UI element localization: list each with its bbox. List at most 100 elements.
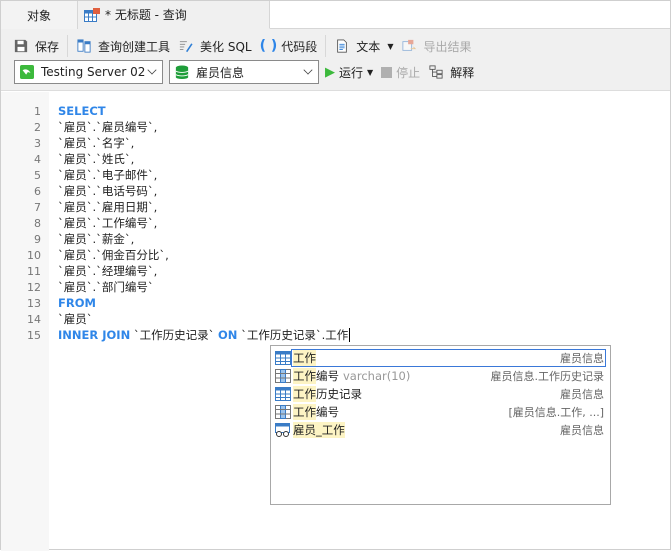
save-button[interactable]: 保存 (13, 38, 59, 55)
export-label: 导出结果 (423, 39, 472, 54)
export-results-button[interactable]: 导出结果 (401, 38, 471, 55)
code-text: `雇员`.`雇员编号`, (58, 119, 157, 135)
query-builder-label: 查询创建工具 (98, 39, 171, 54)
code-content: `工作历史记录`.工作 (237, 328, 349, 342)
item-name-rest: 编号 (316, 369, 339, 383)
explain-label: 解释 (450, 65, 475, 80)
play-icon: ▶ (325, 64, 335, 80)
code-line[interactable]: 5 `雇员`.`电子邮件`, (1, 167, 670, 183)
toolbar: 保存 查询创建工具 美化 SQL ( ) 代码段 文本 ▼ 导出结果 Testing… (1, 29, 670, 91)
autocomplete-item[interactable]: 工作 编号 [雇员信息.工作, ...] (271, 403, 610, 421)
sql-editor[interactable]: 1 SELECT 2 `雇员`.`雇员编号`, 3 `雇员`.`名字`, 4 `雇员`.`姓氏… (1, 103, 670, 343)
column-icon (275, 369, 293, 383)
database-icon (175, 65, 189, 79)
code-text: `雇员`.`佣金百分比`, (58, 247, 169, 263)
code-line[interactable]: 12 `雇员`.`部门编号` (1, 279, 670, 295)
code-content: `雇员`.`名字`, (58, 136, 135, 150)
line-number: 7 (34, 200, 41, 214)
code-line[interactable]: 6 `雇员`.`电话号码`, (1, 183, 670, 199)
line-number: 3 (34, 136, 41, 150)
table-icon (275, 387, 293, 401)
server-select[interactable]: Testing Server 02 (14, 60, 163, 84)
item-name-rest: 编号 (316, 405, 339, 419)
tab-query[interactable]: * 无标题 - 查询 (78, 1, 270, 29)
item-context: [雇员信息.工作, ...] (508, 406, 604, 419)
code-text: `雇员`.`电子邮件`, (58, 167, 157, 183)
code-line[interactable]: 3 `雇员`.`名字`, (1, 135, 670, 151)
line-number: 13 (27, 296, 41, 310)
snippet-button[interactable]: ( ) 代码段 (260, 38, 318, 55)
code-content: `工作历史记录` (130, 328, 219, 342)
match-text: 工作 (293, 386, 316, 402)
code-text: `雇员`.`薪金`, (58, 231, 134, 247)
query-window: 对象 * 无标题 - 查询 保存 查询创建工具 美化 SQL ( ) 代码段 文本… (0, 0, 671, 551)
tab-label: 对象 (26, 8, 51, 23)
code-line[interactable]: 9 `雇员`.`薪金`, (1, 231, 670, 247)
stop-button[interactable]: 停止 (381, 64, 420, 81)
line-number: 6 (34, 184, 41, 198)
code-line[interactable]: 2 `雇员`.`雇员编号`, (1, 119, 670, 135)
save-icon (14, 39, 28, 53)
code-line[interactable]: 1 SELECT (1, 103, 670, 119)
database-select[interactable]: 雇员信息 (169, 60, 319, 84)
code-line[interactable]: 10 `雇员`.`佣金百分比`, (1, 247, 670, 263)
snippet-label: 代码段 (281, 39, 318, 54)
run-label: 运行 (339, 65, 364, 80)
explain-button[interactable]: 解释 (428, 64, 474, 81)
code-content: `雇员` (58, 312, 93, 326)
tab-bar: 对象 * 无标题 - 查询 (1, 1, 670, 29)
code-line[interactable]: 4 `雇员`.`姓氏`, (1, 151, 670, 167)
line-number: 12 (27, 280, 41, 294)
code-content: `雇员`.`雇用日期`, (58, 200, 158, 214)
tab-objects[interactable]: 对象 (1, 1, 78, 29)
code-line[interactable]: 15 INNER JOIN `工作历史记录` ON `工作历史记录`.工作 (1, 327, 670, 343)
chevron-down-icon (147, 65, 157, 75)
autocomplete-item[interactable]: 工作 历史记录 雇员信息 (271, 385, 610, 403)
server-name: Testing Server 02 (41, 65, 146, 79)
item-context: 雇员信息 (560, 388, 604, 401)
code-line[interactable]: 7 `雇员`.`雇用日期`, (1, 199, 670, 215)
caret-down-icon: ▼ (367, 67, 374, 77)
column-type: varchar(10) (343, 369, 411, 383)
text-dropdown-button[interactable]: 文本 ▼ (334, 38, 393, 55)
beautify-sql-button[interactable]: 美化 SQL (178, 38, 252, 55)
parentheses-icon: ( ) (259, 38, 278, 54)
code-line[interactable]: 13 FROM (1, 295, 670, 311)
sql-keyword: ON (218, 328, 238, 342)
mysql-server-icon (20, 65, 34, 79)
item-context: 雇员信息 (560, 424, 604, 437)
code-line[interactable]: 11 `雇员`.`经理编号`, (1, 263, 670, 279)
code-text: `雇员`.`雇用日期`, (58, 199, 157, 215)
code-content: `雇员`.`经理编号`, (58, 264, 158, 278)
autocomplete-item[interactable]: 工作 雇员信息 (271, 349, 610, 367)
code-line[interactable]: 8 `雇员`.`工作编号`, (1, 215, 670, 231)
sql-keyword: SELECT (58, 104, 106, 118)
sql-keyword: FROM (58, 296, 96, 310)
code-line[interactable]: 14 `雇员` (1, 311, 670, 327)
line-number: 1 (34, 104, 41, 118)
divider (67, 35, 69, 57)
line-number: 11 (27, 264, 41, 278)
view-icon (275, 423, 293, 437)
item-context: 雇员信息 (560, 352, 604, 365)
autocomplete-item[interactable]: 工作 编号 varchar(10) 雇员信息.工作历史记录 (271, 367, 610, 385)
run-button[interactable]: ▶ 运行 ▼ (325, 64, 373, 81)
code-content: `雇员`.`电子邮件`, (58, 168, 158, 182)
code-content: `雇员`.`雇员编号`, (58, 120, 158, 134)
save-label: 保存 (35, 39, 60, 54)
autocomplete-item[interactable]: 雇员_工作 雇员信息 (271, 421, 610, 439)
chevron-down-icon (303, 65, 313, 75)
code-text: SELECT (58, 104, 106, 118)
stop-icon (381, 66, 393, 78)
code-text: `雇员`.`姓氏`, (58, 151, 134, 167)
code-text: `雇员`.`名字`, (58, 135, 134, 151)
code-content: `雇员`.`姓氏`, (58, 152, 135, 166)
match-text: 工作 (293, 368, 316, 384)
item-name-rest: 历史记录 (316, 387, 362, 401)
code-content: `雇员`.`电话号码`, (58, 184, 158, 198)
code-text: `雇员` (58, 311, 93, 327)
match-text: 雇员_工作 (293, 422, 345, 438)
query-builder-button[interactable]: 查询创建工具 (76, 38, 170, 55)
code-content: `雇员`.`佣金百分比`, (58, 248, 169, 262)
code-content: `雇员`.`薪金`, (58, 232, 135, 246)
